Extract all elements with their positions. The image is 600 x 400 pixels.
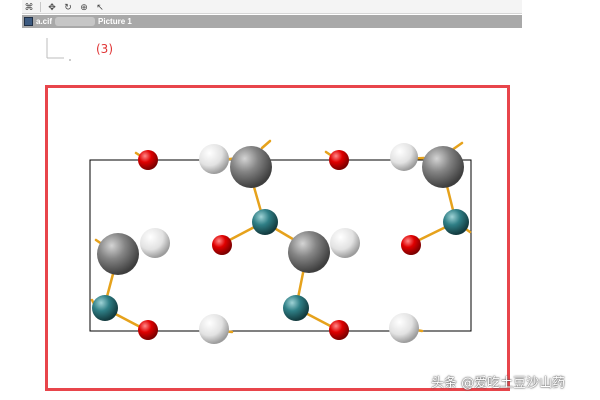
highlight-frame (45, 85, 510, 391)
watermark: 头条 @爱吃土豆沙山药 (431, 376, 566, 391)
